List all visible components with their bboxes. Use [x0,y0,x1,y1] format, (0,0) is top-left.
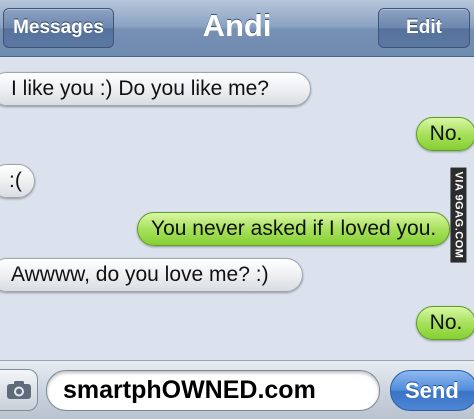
navigation-bar: Messages Andi Edit [0,0,474,57]
message-text-field[interactable]: smartphOWNED.com [46,370,380,411]
received-message-bubble[interactable]: Awwww, do you love me? :) [0,258,303,292]
watermark: VIA 9GAG.COM [443,165,473,265]
received-message-bubble[interactable]: I like you :) Do you like me? [0,72,311,106]
edit-button[interactable]: Edit [378,8,470,48]
message-input-bar: smartphOWNED.com Send [0,360,474,419]
send-button[interactable]: Send [390,370,474,411]
camera-button[interactable] [0,369,38,411]
sent-message-bubble[interactable]: No. [416,117,474,151]
watermark-text: VIA 9GAG.COM [450,167,467,263]
sent-message-bubble[interactable]: No. [416,306,474,340]
received-message-bubble[interactable]: :( [0,164,35,198]
sent-message-bubble[interactable]: You never asked if I loved you. [137,212,450,246]
camera-icon [6,381,31,399]
message-thread[interactable]: I like you :) Do you like me? No. :( You… [0,58,474,360]
